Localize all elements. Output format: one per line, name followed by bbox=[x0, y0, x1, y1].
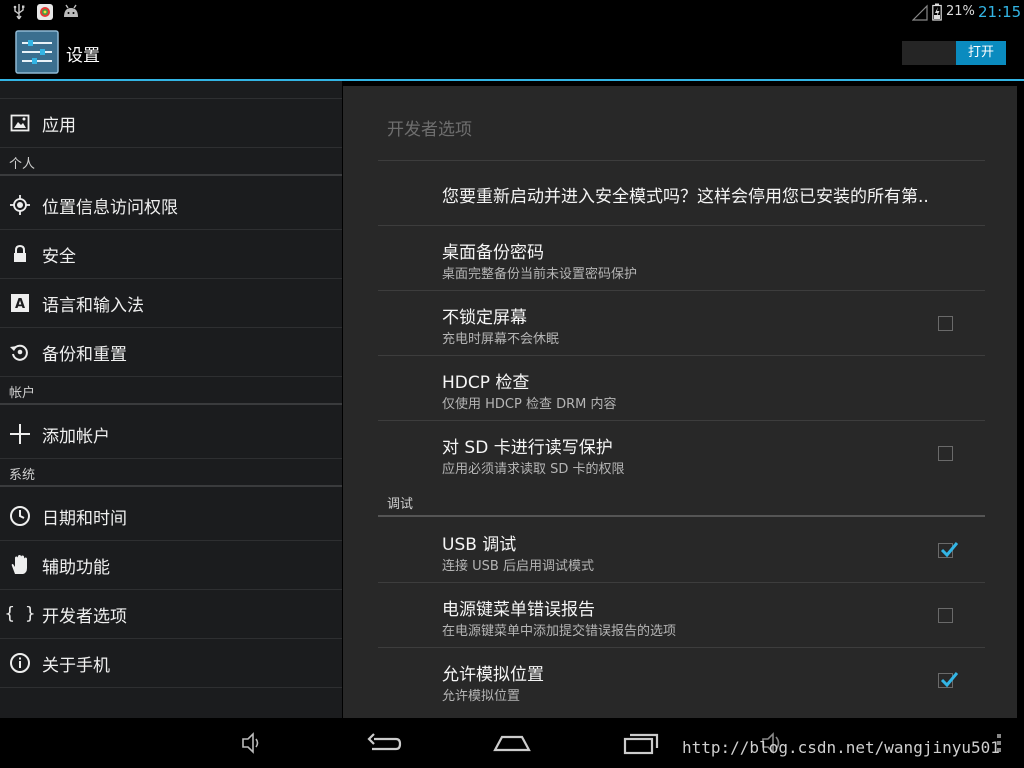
section-header-label: 个人 bbox=[9, 157, 36, 172]
sidebar-item-label: 辅助功能 bbox=[42, 558, 110, 578]
hand-icon bbox=[8, 553, 32, 577]
language-icon: A bbox=[8, 291, 32, 315]
settings-app-icon[interactable] bbox=[15, 30, 59, 74]
pref-allow-mock-locations[interactable]: 允许模拟位置 允许模拟位置 bbox=[378, 648, 985, 712]
panel-title: 开发者选项 bbox=[387, 120, 472, 140]
section-header-accounts: 帐户 bbox=[0, 377, 342, 405]
sidebar-item-label: 语言和输入法 bbox=[42, 296, 144, 316]
clock-icon bbox=[8, 504, 32, 528]
pref-summary: 应用必须请求读取 SD 卡的权限 bbox=[442, 462, 625, 477]
status-bar: 21% 21:15 bbox=[0, 0, 1024, 25]
page-title: 设置 bbox=[66, 46, 100, 66]
info-icon bbox=[8, 651, 32, 675]
pref-summary: 在电源键菜单中添加提交错误报告的选项 bbox=[442, 624, 677, 639]
sidebar-item-label: 开发者选项 bbox=[42, 607, 127, 627]
battery-icon bbox=[932, 3, 942, 21]
section-divider bbox=[378, 515, 985, 517]
location-icon bbox=[8, 193, 32, 217]
developer-options-panel: 开发者选项 您要重新启动并进入安全模式吗？这样会停用您已安装的所有第.. 桌面备… bbox=[343, 86, 1017, 718]
pref-title: 不锁定屏幕 bbox=[442, 308, 527, 328]
back-icon[interactable] bbox=[366, 730, 402, 756]
usb-debugging-checkbox[interactable] bbox=[938, 542, 958, 558]
signal-icon bbox=[912, 4, 928, 21]
section-header-debugging: 调试 bbox=[387, 497, 414, 512]
section-header-label: 系统 bbox=[9, 468, 36, 483]
mock-locations-checkbox[interactable] bbox=[938, 672, 958, 688]
sidebar-item-location[interactable]: 位置信息访问权限 bbox=[0, 181, 342, 230]
watermark-url: http://blog.csdn.net/wangjinyu501 bbox=[682, 738, 1000, 757]
battery-percent: 21% bbox=[946, 4, 975, 19]
pref-title: 对 SD 卡进行读写保护 bbox=[442, 438, 613, 458]
sidebar-item-security[interactable]: 安全 bbox=[0, 230, 342, 279]
bug-report-checkbox[interactable] bbox=[938, 608, 953, 623]
section-header-personal: 个人 bbox=[0, 148, 342, 176]
android-debug-icon bbox=[64, 4, 78, 17]
developer-options-toggle[interactable]: 打开 bbox=[902, 41, 1006, 65]
sidebar-item-backup-reset[interactable]: 备份和重置 bbox=[0, 328, 342, 377]
pref-usb-debugging[interactable]: USB 调试 连接 USB 后启用调试模式 bbox=[378, 518, 985, 582]
sidebar-item-label: 应用 bbox=[42, 116, 76, 136]
sidebar-item-apps[interactable]: 应用 bbox=[0, 99, 342, 148]
volume-down-icon[interactable] bbox=[240, 730, 264, 756]
pref-title: USB 调试 bbox=[442, 535, 517, 555]
pref-safe-mode[interactable]: 您要重新启动并进入安全模式吗？这样会停用您已安装的所有第.. bbox=[378, 161, 985, 225]
sidebar-item-label: 关于手机 bbox=[42, 656, 110, 676]
app-notification-icon bbox=[37, 4, 53, 20]
lock-icon bbox=[8, 242, 32, 266]
backup-icon bbox=[8, 340, 32, 364]
pref-summary: 仅使用 HDCP 检查 DRM 内容 bbox=[442, 397, 617, 412]
pref-power-menu-bug-report[interactable]: 电源键菜单错误报告 在电源键菜单中添加提交错误报告的选项 bbox=[378, 583, 985, 647]
sidebar-item-label: 日期和时间 bbox=[42, 509, 127, 529]
pref-title: 您要重新启动并进入安全模式吗？这样会停用您已安装的所有第.. bbox=[442, 187, 929, 207]
action-bar: 设置 打开 bbox=[0, 25, 1024, 79]
recent-apps-icon[interactable] bbox=[622, 730, 660, 756]
sidebar-item-label: 安全 bbox=[42, 247, 76, 267]
section-header-label: 帐户 bbox=[9, 386, 36, 401]
checkmark-icon bbox=[940, 672, 958, 688]
sidebar-item-developer-options[interactable]: { } 开发者选项 bbox=[0, 590, 342, 639]
toggle-on-label: 打开 bbox=[956, 41, 1006, 65]
pref-desktop-backup-password[interactable]: 桌面备份密码 桌面完整备份当前未设置密码保护 bbox=[378, 226, 985, 290]
pref-title: 允许模拟位置 bbox=[442, 665, 544, 685]
pref-summary: 充电时屏幕不会休眠 bbox=[442, 332, 560, 347]
apps-icon bbox=[8, 111, 32, 135]
navigation-bar: http://blog.csdn.net/wangjinyu501 bbox=[0, 718, 1024, 768]
braces-icon: { } bbox=[4, 604, 36, 624]
pref-title: HDCP 检查 bbox=[442, 373, 530, 393]
pref-sd-card-protect[interactable]: 对 SD 卡进行读写保护 应用必须请求读取 SD 卡的权限 bbox=[378, 421, 985, 485]
pref-hdcp-checking[interactable]: HDCP 检查 仅使用 HDCP 检查 DRM 内容 bbox=[378, 356, 985, 420]
sidebar-item-date-time[interactable]: 日期和时间 bbox=[0, 492, 342, 541]
sidebar-item-accessibility[interactable]: 辅助功能 bbox=[0, 541, 342, 590]
pref-summary: 允许模拟位置 bbox=[442, 689, 521, 704]
settings-category-list: 应用 个人 位置信息访问权限 安全 A 语言和输入法 备份和重置 帐户 添加帐户… bbox=[0, 81, 342, 718]
section-header-system: 系统 bbox=[0, 459, 342, 487]
sidebar-item-about-phone[interactable]: 关于手机 bbox=[0, 639, 342, 688]
pref-summary: 桌面完整备份当前未设置密码保护 bbox=[442, 267, 638, 282]
stay-awake-checkbox[interactable] bbox=[938, 316, 953, 331]
add-icon bbox=[8, 422, 32, 446]
usb-icon bbox=[13, 4, 25, 20]
sidebar-item-label: 位置信息访问权限 bbox=[42, 198, 178, 218]
clock-time: 21:15 bbox=[978, 3, 1022, 21]
sd-protect-checkbox[interactable] bbox=[938, 446, 953, 461]
home-icon[interactable] bbox=[493, 730, 531, 756]
sidebar-item-add-account[interactable]: 添加帐户 bbox=[0, 410, 342, 459]
checkmark-icon bbox=[940, 542, 958, 558]
pref-title: 桌面备份密码 bbox=[442, 243, 544, 263]
sidebar-item-language[interactable]: A 语言和输入法 bbox=[0, 279, 342, 328]
svg-text:A: A bbox=[15, 297, 25, 312]
pref-summary: 连接 USB 后启用调试模式 bbox=[442, 559, 594, 574]
sidebar-item-label: 添加帐户 bbox=[42, 427, 110, 447]
sidebar-item-label: 备份和重置 bbox=[42, 345, 127, 365]
pref-stay-awake[interactable]: 不锁定屏幕 充电时屏幕不会休眠 bbox=[378, 291, 985, 355]
pref-title: 电源键菜单错误报告 bbox=[442, 600, 595, 620]
